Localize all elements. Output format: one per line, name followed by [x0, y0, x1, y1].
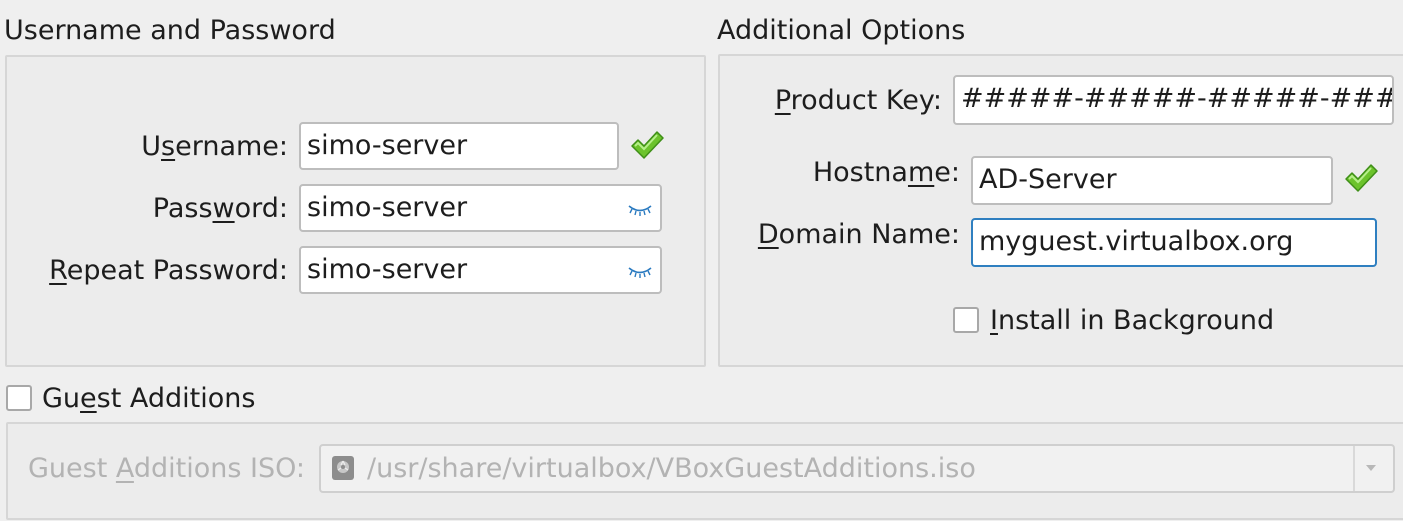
password-value: simo-server [307, 192, 468, 223]
combo-divider [1353, 446, 1355, 491]
username-label: Username: [141, 131, 288, 162]
guest-additions-checkbox[interactable] [6, 385, 32, 411]
password-input[interactable]: simo-server [299, 184, 662, 232]
repeat-password-label: Repeat Password: [49, 255, 288, 286]
hostname-input[interactable]: AD-Server [971, 156, 1333, 205]
guest-additions-iso-path: /usr/share/virtualbox/VBoxGuestAdditions… [367, 453, 976, 484]
credentials-group-title: Username and Password [4, 15, 336, 46]
show-repeat-password-eye-icon[interactable] [627, 264, 653, 280]
product-key-label: Product Key: [774, 85, 942, 116]
options-group-title: Additional Options [717, 15, 966, 46]
repeat-password-input[interactable]: simo-server [299, 246, 662, 294]
domain-name-input[interactable]: myguest.virtualbox.org [971, 218, 1377, 267]
guest-additions-iso-label: Guest Additions ISO: [28, 453, 306, 484]
guest-additions-label[interactable]: Guest Additions [42, 383, 255, 415]
domain-name-label: Domain Name: [757, 219, 960, 250]
chevron-down-icon[interactable] [1364, 463, 1378, 473]
valid-check-icon [631, 131, 664, 159]
product-key-input[interactable]: #####-#####-#####-#####- [953, 75, 1394, 125]
password-label: Password: [152, 193, 288, 224]
install-background-checkbox[interactable] [953, 307, 979, 333]
repeat-password-value: simo-server [307, 254, 468, 285]
hostname-valid-check-icon [1345, 164, 1378, 192]
show-password-eye-icon[interactable] [627, 202, 653, 218]
install-background-label[interactable]: Install in Background [990, 305, 1274, 337]
hostname-label: Hostname: [812, 157, 960, 188]
username-input[interactable]: simo-server [299, 122, 619, 170]
disc-image-icon [332, 456, 354, 480]
